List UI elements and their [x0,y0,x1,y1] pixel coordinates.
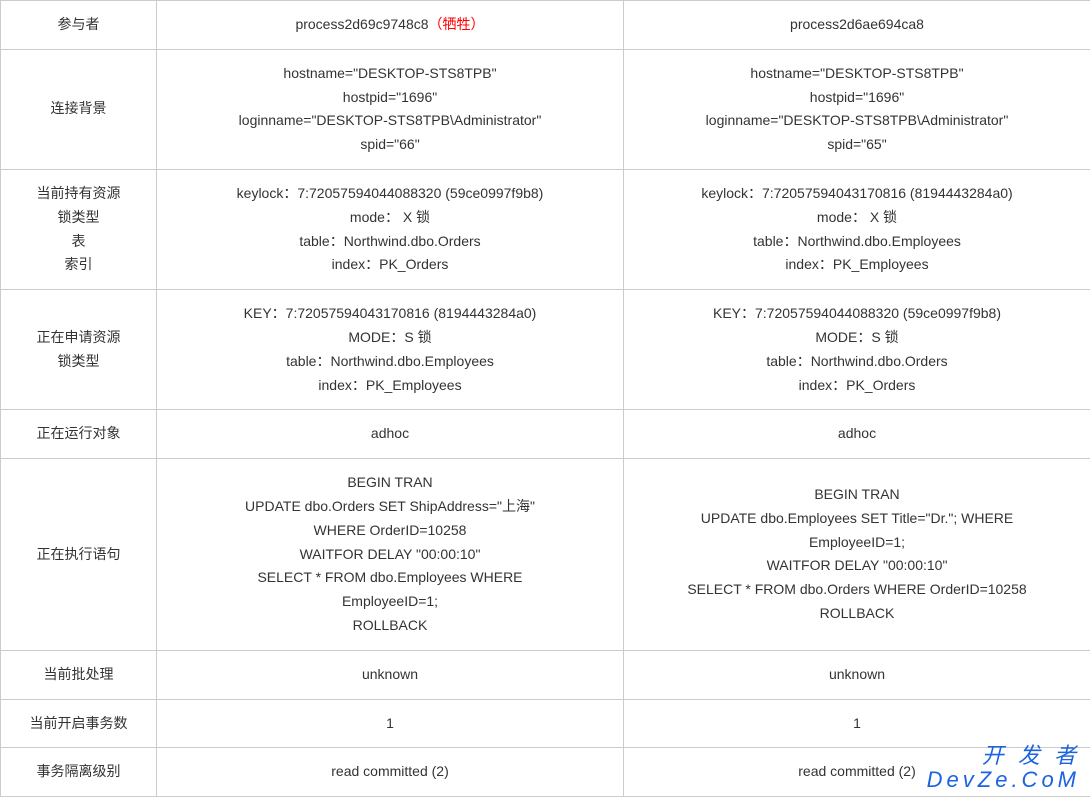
cell-holding-2: keylock：7:72057594043170816 (8194443284a… [624,169,1090,289]
table-row: 正在运行对象 adhoc adhoc [1,410,1090,459]
cell-requesting-2: KEY：7:72057594044088320 (59ce0997f9b8) M… [624,290,1090,410]
cell-connection-1: hostname="DESKTOP-STS8TPB" hostpid="1696… [157,49,624,169]
deadlock-table: 参与者 process2d69c9748c8（牺牲） process2d6ae6… [0,0,1090,797]
table-row: 当前开启事务数 1 1 [1,699,1090,748]
cell-connection-2: hostname="DESKTOP-STS8TPB" hostpid="1696… [624,49,1090,169]
table-row: 当前持有资源 锁类型 表 索引 keylock：7:72057594044088… [1,169,1090,289]
cell-tran-count-2: 1 [624,699,1090,748]
table-row: 事务隔离级别 read committed (2) read committed… [1,748,1090,797]
row-label-running-object: 正在运行对象 [1,410,157,459]
cell-running-object-2: adhoc [624,410,1090,459]
participant-id-1: process2d69c9748c8 [295,16,428,32]
row-label-participant: 参与者 [1,1,157,50]
row-label-requesting: 正在申请资源 锁类型 [1,290,157,410]
table-row: 参与者 process2d69c9748c8（牺牲） process2d6ae6… [1,1,1090,50]
cell-batch-2: unknown [624,650,1090,699]
cell-isolation-2: read committed (2) [624,748,1090,797]
cell-executing-stmt-1: BEGIN TRAN UPDATE dbo.Orders SET ShipAdd… [157,459,624,651]
deadlock-table-wrapper: 参与者 process2d69c9748c8（牺牲） process2d6ae6… [0,0,1090,797]
cell-isolation-1: read committed (2) [157,748,624,797]
victim-suffix: （牺牲） [429,16,485,32]
cell-participant-1: process2d69c9748c8（牺牲） [157,1,624,50]
cell-tran-count-1: 1 [157,699,624,748]
table-row: 正在申请资源 锁类型 KEY：7:72057594043170816 (8194… [1,290,1090,410]
cell-executing-stmt-2: BEGIN TRAN UPDATE dbo.Employees SET Titl… [624,459,1090,651]
table-row: 连接背景 hostname="DESKTOP-STS8TPB" hostpid=… [1,49,1090,169]
table-row: 正在执行语句 BEGIN TRAN UPDATE dbo.Orders SET … [1,459,1090,651]
row-label-connection: 连接背景 [1,49,157,169]
table-row: 当前批处理 unknown unknown [1,650,1090,699]
row-label-batch: 当前批处理 [1,650,157,699]
cell-running-object-1: adhoc [157,410,624,459]
row-label-executing-stmt: 正在执行语句 [1,459,157,651]
participant-id-2: process2d6ae694ca8 [790,16,924,32]
cell-participant-2: process2d6ae694ca8 [624,1,1090,50]
cell-holding-1: keylock：7:72057594044088320 (59ce0997f9b… [157,169,624,289]
cell-batch-1: unknown [157,650,624,699]
row-label-isolation: 事务隔离级别 [1,748,157,797]
cell-requesting-1: KEY：7:72057594043170816 (8194443284a0) M… [157,290,624,410]
row-label-holding: 当前持有资源 锁类型 表 索引 [1,169,157,289]
row-label-tran-count: 当前开启事务数 [1,699,157,748]
